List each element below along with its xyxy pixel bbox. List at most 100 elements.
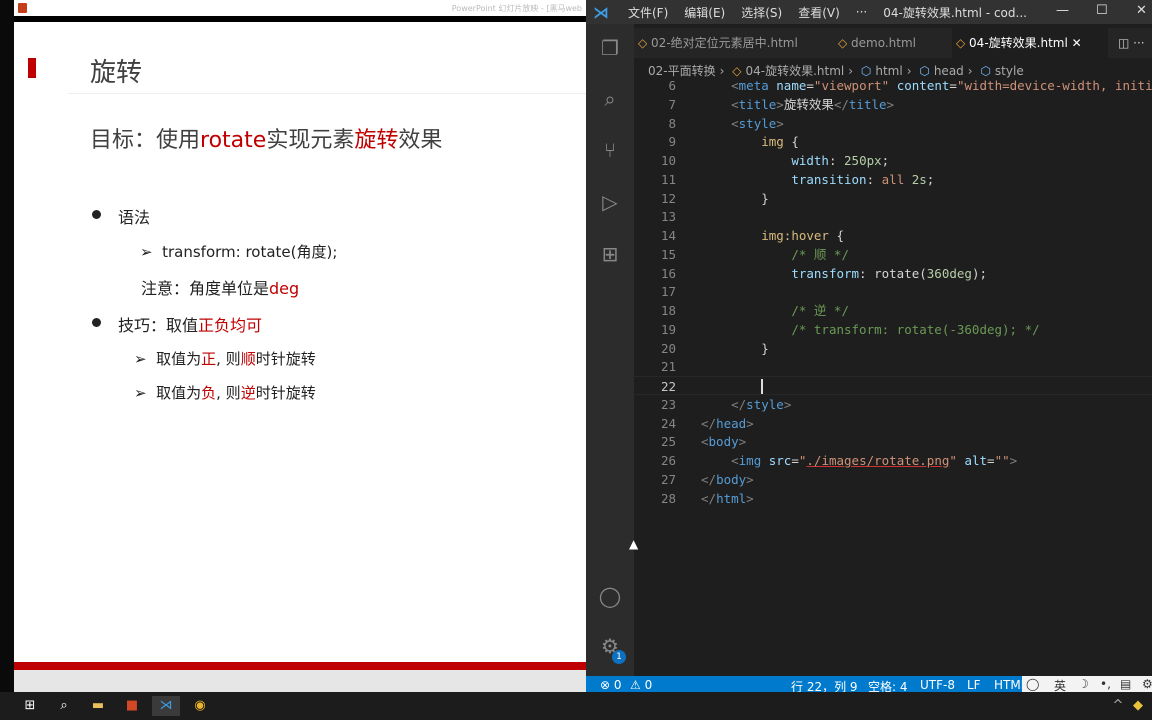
code-token: ; [926, 171, 935, 187]
code-token: style [746, 396, 784, 412]
code-token: < [731, 78, 739, 93]
code-token: src [761, 453, 792, 468]
html-file-icon: ◇ [838, 36, 852, 50]
html-file-icon: ◇ [956, 36, 970, 50]
minimize-button[interactable]: — [1056, 3, 1069, 18]
text-cursor [761, 379, 763, 394]
code-line[interactable]: 8 <style> [634, 114, 1152, 133]
code-line[interactable]: 18 /* 逆 */ [634, 301, 1152, 320]
line-number: 27 [660, 471, 676, 487]
syntax-label: 语法 [118, 208, 151, 227]
moon-icon[interactable]: ☽ [1078, 677, 1089, 691]
keyboard-icon[interactable]: ▤ [1120, 677, 1131, 691]
goal-text: 目标：使用 [90, 128, 201, 153]
run-debug-icon[interactable]: ▷ [598, 190, 622, 214]
account-icon[interactable]: ◯ [598, 584, 622, 608]
vscode-taskbar-icon[interactable]: ⋊ [152, 696, 180, 716]
split-editor-icon[interactable]: ◫ ··· [1114, 28, 1145, 58]
vscode-titlebar: ⋊ 文件(F) 编辑(E) 选择(S) 查看(V) ··· 04-旋转效果.ht… [586, 0, 1152, 24]
code-token: } [761, 190, 769, 206]
line-number: 20 [660, 340, 676, 356]
code-line[interactable]: 25 <body> [634, 432, 1152, 451]
ime-settings-icon[interactable]: ⚙ [1142, 677, 1152, 691]
code-token: : rotate( [859, 265, 927, 281]
code-line[interactable]: 9 img { [634, 132, 1152, 151]
code-token: ; [881, 153, 890, 168]
activity-bar: ❐ ⌕ ⑂ ▷ ⊞ ◯ ⚙ 1 [586, 24, 634, 676]
window-title: 04-旋转效果.html - cod... [883, 5, 1027, 20]
tab-02[interactable]: ◇ 02-绝对定位元素居中.html [634, 28, 830, 58]
code-line[interactable]: 24 </head> [634, 414, 1152, 433]
code-line[interactable]: 12 } [634, 189, 1152, 208]
code-line[interactable]: 17 [634, 282, 1152, 301]
tray-expand-icon[interactable]: ^ [1108, 696, 1128, 716]
explorer-icon[interactable]: ❐ [598, 36, 622, 60]
code-token: > [746, 415, 754, 431]
menu-more[interactable]: ··· [856, 5, 867, 19]
code-line[interactable]: 14 img:hover { [634, 226, 1152, 245]
menu-edit[interactable]: 编辑(E) [684, 4, 725, 21]
tab-04-active[interactable]: ◇ 04-旋转效果.html ✕ [952, 28, 1108, 58]
powerpoint-taskbar-icon[interactable]: ■ [122, 696, 142, 716]
punctuation-icon[interactable]: •, [1100, 677, 1111, 691]
code-line[interactable]: 7 <title>旋转效果</title> [634, 95, 1152, 114]
line-number: 14 [660, 228, 676, 243]
code-token: </ [731, 396, 747, 412]
eol[interactable]: LF [967, 678, 981, 692]
code-line[interactable]: 21 [634, 357, 1152, 376]
code-token: < [731, 453, 739, 468]
line-number: 16 [660, 265, 676, 281]
goal-em: 旋转 [354, 128, 399, 153]
code-line[interactable]: 23 </style> [634, 395, 1152, 414]
code-line[interactable]: 15 /* 顺 */ [634, 245, 1152, 264]
code-token: = [791, 453, 799, 468]
file-explorer-icon[interactable]: ▬ [88, 696, 108, 716]
code-line[interactable]: 26 <img src="./images/rotate.png" alt=""… [634, 451, 1152, 470]
code-token: : [828, 153, 845, 168]
code-token: /* 顺 */ [791, 246, 849, 262]
code-line[interactable]: 22 [634, 376, 1152, 395]
code-text: </head> [701, 414, 754, 433]
tab-close-icon[interactable]: ✕ [1068, 36, 1082, 50]
code-line[interactable]: 13 [634, 207, 1152, 226]
chrome-icon[interactable]: ◉ [190, 696, 210, 716]
code-token: </ [833, 96, 849, 112]
code-line[interactable]: 10 width: 250px; [634, 151, 1152, 170]
windows-start-icon[interactable]: ⊞ [20, 696, 40, 716]
errors-count[interactable]: ⊗ 0 [600, 678, 622, 692]
code-line[interactable]: 11 transition: all 2s; [634, 170, 1152, 189]
tab-bar: ◇ 02-绝对定位元素居中.html ◇ demo.html ◇ 04-旋转效果… [634, 28, 1152, 58]
code-editor[interactable]: 6 <meta name="viewport" content="width=d… [634, 76, 1152, 676]
maximize-button[interactable]: ☐ [1096, 3, 1108, 18]
encoding[interactable]: UTF-8 [920, 678, 955, 692]
menu-view[interactable]: 查看(V) [798, 4, 840, 21]
taskbar-search-icon[interactable]: ⌕ [54, 696, 74, 716]
code-line[interactable]: 19 /* transform: rotate(-360deg); */ [634, 320, 1152, 339]
tray-app-icon[interactable]: ◆ [1128, 696, 1148, 716]
menu-selection[interactable]: 选择(S) [741, 4, 782, 21]
code-token: > [783, 396, 792, 412]
code-token: "width=device-width, initi [956, 78, 1152, 93]
code-token: < [731, 115, 739, 131]
line-number: 7 [668, 96, 676, 112]
code-line[interactable]: 20 } [634, 339, 1152, 358]
warnings-count[interactable]: ⚠ 0 [630, 678, 652, 692]
ime-logo-icon[interactable]: ◯ [1026, 677, 1039, 691]
code-text: img:hover { [701, 226, 844, 245]
code-line[interactable]: 27 </body> [634, 470, 1152, 489]
arrow-icon: ➢ [134, 384, 157, 402]
menu-file[interactable]: 文件(F) [628, 4, 668, 21]
tab-demo[interactable]: ◇ demo.html [834, 28, 954, 58]
code-line[interactable]: 28 </html> [634, 489, 1152, 508]
source-control-icon[interactable]: ⑂ [598, 138, 622, 162]
code-line[interactable]: 16 transform: rotate(360deg); [634, 264, 1152, 283]
code-line[interactable]: 6 <meta name="viewport" content="width=d… [634, 76, 1152, 95]
code-token: /* transform: rotate(-360deg); */ [791, 321, 1040, 337]
t: 取值为 [156, 384, 202, 402]
extensions-icon[interactable]: ⊞ [598, 242, 622, 266]
code-token: > [1009, 453, 1018, 468]
search-icon[interactable]: ⌕ [598, 87, 622, 111]
close-window-button[interactable]: ✕ [1136, 3, 1147, 18]
code-token: ); [971, 265, 987, 281]
